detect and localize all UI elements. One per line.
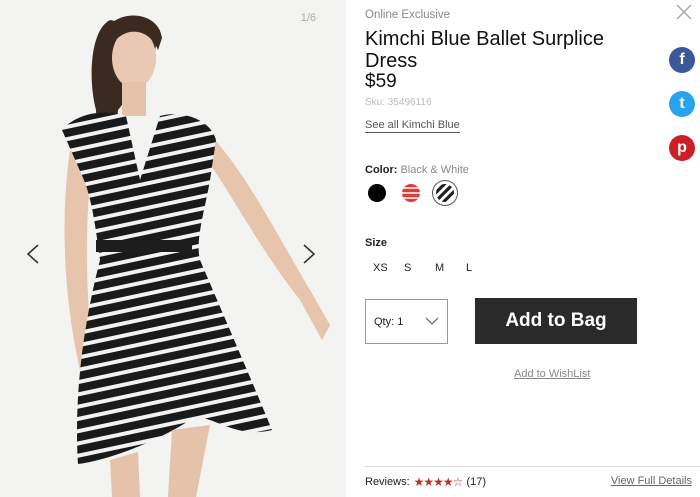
view-full-details-link[interactable]: View Full Details — [611, 475, 692, 487]
swatch-black[interactable] — [365, 181, 389, 205]
product-price: $59 — [365, 71, 397, 92]
product-photo — [0, 0, 346, 497]
size-option-m[interactable]: M — [435, 262, 466, 274]
add-to-bag-button[interactable]: Add to Bag — [475, 298, 637, 344]
swatch-black-white-stripe[interactable] — [433, 181, 457, 205]
image-counter: 1/6 — [300, 12, 316, 24]
color-selected-value: Black & White — [400, 164, 469, 176]
reviews-count: (17) — [466, 476, 486, 488]
size-option-l[interactable]: L — [466, 262, 497, 274]
size-option-xs[interactable]: XS — [373, 262, 404, 274]
chevron-left-icon[interactable] — [22, 242, 46, 266]
size-options: XS S M L — [373, 262, 497, 274]
add-to-wishlist-link[interactable]: Add to WishList — [514, 368, 590, 380]
color-label: Color: — [365, 164, 398, 176]
product-image-gallery[interactable]: 1/6 — [0, 0, 346, 497]
online-exclusive-badge: Online Exclusive — [365, 9, 451, 21]
product-title: Kimchi Blue Ballet Surplice Dress — [365, 28, 604, 72]
close-icon[interactable] — [674, 2, 694, 22]
reviews-summary: Reviews: ★★★★☆ (17) — [365, 475, 486, 489]
reviews-label: Reviews: — [365, 476, 410, 488]
product-sku: Sku: 35496116 — [365, 97, 432, 108]
pinterest-share-icon[interactable]: p — [669, 135, 695, 161]
chevron-right-icon[interactable] — [296, 242, 320, 266]
size-option-s[interactable]: S — [404, 262, 435, 274]
facebook-share-icon[interactable]: f — [669, 47, 695, 73]
size-label: Size — [365, 237, 388, 249]
reviews-bar: Reviews: ★★★★☆ (17) View Full Details — [365, 466, 700, 497]
twitter-share-icon[interactable]: t — [669, 91, 695, 117]
star-rating-icon: ★★★★☆ — [413, 475, 464, 489]
chevron-down-icon — [425, 317, 439, 325]
color-swatches — [365, 181, 457, 205]
quantity-label: Qty: 1 — [374, 316, 404, 328]
swatch-red-stripe[interactable] — [399, 181, 423, 205]
quantity-select[interactable]: Qty: 1 — [365, 299, 448, 344]
color-label-row: Color: Black & White — [365, 164, 469, 176]
see-all-brand-link[interactable]: See all Kimchi Blue — [365, 119, 460, 133]
